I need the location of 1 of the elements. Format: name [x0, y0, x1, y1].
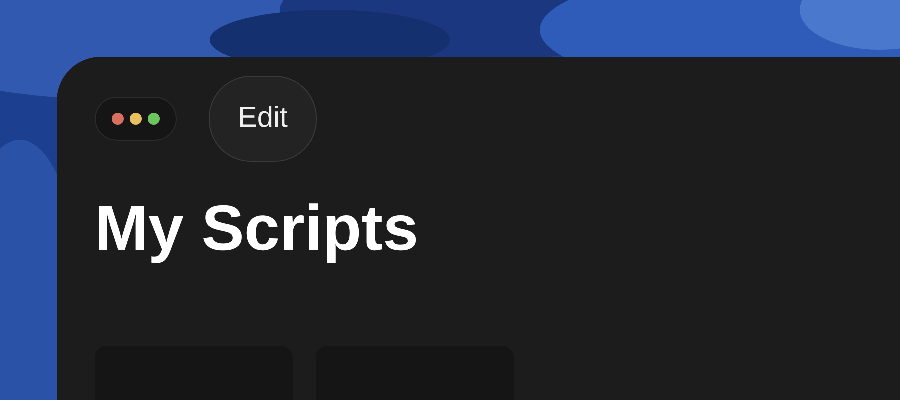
edit-button[interactable]: Edit [209, 76, 317, 162]
